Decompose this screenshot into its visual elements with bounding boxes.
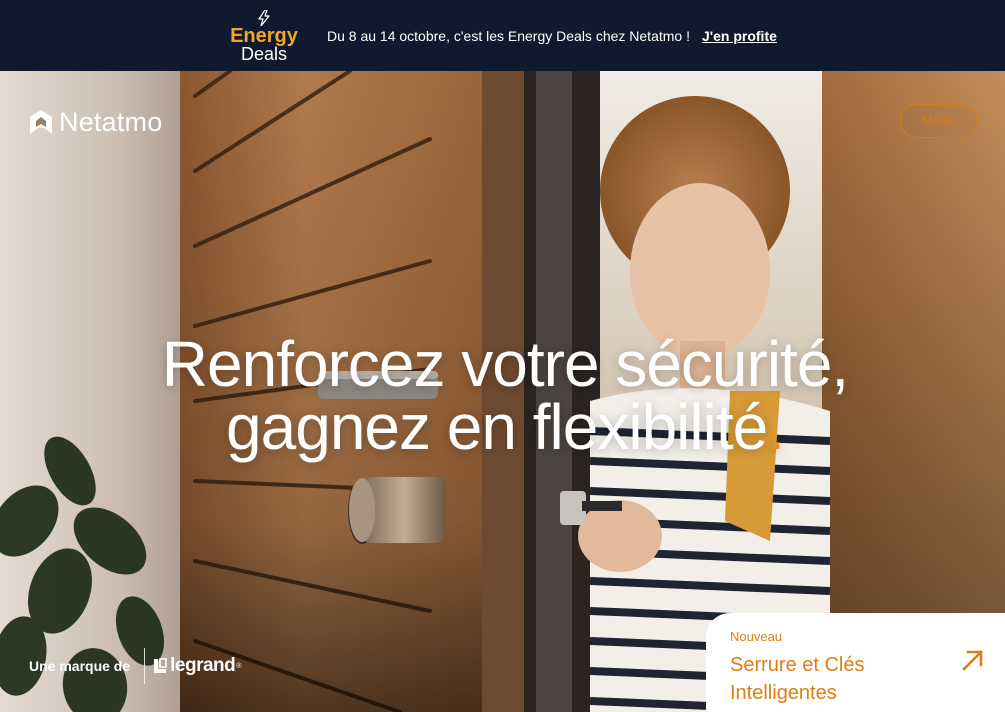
product-new-tag: Nouveau [730,629,783,644]
brand-of-label: Une marque de [29,658,131,674]
netatmo-house-logo-icon [30,110,52,134]
menu-button[interactable]: Menu [900,104,977,138]
product-title: Serrure et Clés Intelligentes [730,654,865,704]
hero-headline: Renforcez votre sécurité, gagnez en flex… [120,328,890,459]
legrand-logo-icon [154,658,167,673]
netatmo-brand-name: Netatmo [59,107,163,137]
promo-banner: Energy Deals Du 8 au 14 octobre, c'est l… [0,0,1005,71]
netatmo-logo[interactable]: Netatmo [29,107,162,137]
headline-line-1: Renforcez votre sécurité, [161,328,849,400]
headline-line-2-wrapper: gagnez en flexibilité. [120,395,890,459]
lightning-bolt-icon [258,10,270,26]
promo-cta-link[interactable]: J'en profite [702,27,777,45]
legrand-logo[interactable]: legrand [170,655,236,677]
energy-deals-logo: Energy Deals [228,8,300,64]
energy-deals-word-deals: Deals [240,44,288,64]
brand-divider [144,648,146,684]
arrow-up-right-icon [962,650,983,671]
parent-brand-footer: Une marque de legrand ® [29,647,241,685]
hero-section: Netatmo Menu Renforcez votre sécurité, g… [0,71,1005,712]
headline-line-2: gagnez en flexibilité [226,391,768,463]
registered-mark: ® [236,662,242,670]
headline-accent-dot: . [767,391,785,463]
product-promo-card[interactable]: Nouveau Serrure et Clés Intelligentes [706,613,1005,712]
promo-message: Du 8 au 14 octobre, c'est les Energy Dea… [327,28,690,44]
